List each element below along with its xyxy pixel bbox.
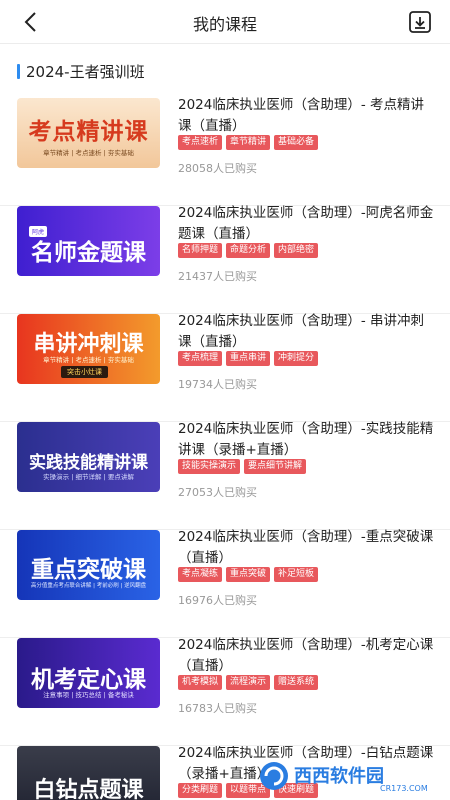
section-accent-bar <box>17 63 20 79</box>
purchase-count: 19734人已购买 <box>178 378 257 391</box>
section-header: 2024-王者强训班 <box>17 61 145 81</box>
course-tag: 考点梳理 <box>178 351 223 366</box>
course-title: 2024临床执业医师（含助理）- 考点精讲课（直播） <box>178 97 425 134</box>
course-tags: 考点凝练 重点突破 补足短板 <box>178 567 319 582</box>
thumbnail-subtitle: 高分值重点考点联合讲解 | 考前必刷 | 逆风翻盘 <box>30 583 147 589</box>
thumbnail-title: 名师金题课 <box>31 240 146 266</box>
course-item[interactable]: 重点突破课 高分值重点考点联合讲解 | 考前必刷 | 逆风翻盘 2024临床执业… <box>0 529 450 638</box>
course-tag: 考点凝练 <box>178 567 223 582</box>
thumbnail-subtitle: 实操演示 | 细节详解 | 要点讲解 <box>43 473 134 481</box>
thumbnail-title: 实践技能精讲课 <box>29 453 148 473</box>
course-item[interactable]: 考点精讲课 章节精讲 | 考点速析 | 夯实基础 2024临床执业医师（含助理）… <box>0 97 450 206</box>
thumbnail-title: 重点突破课 <box>31 557 146 583</box>
course-tags: 考点梳理 重点串讲 冲刺提分 <box>178 351 319 366</box>
course-thumbnail: 考点精讲课 章节精讲 | 考点速析 | 夯实基础 <box>17 98 160 168</box>
course-item[interactable]: 串讲冲刺课 章节精讲 | 考点速析 | 夯实基础 突击小灶课 2024临床执业医… <box>0 313 450 422</box>
course-tag: 重点串讲 <box>226 351 271 366</box>
course-title: 2024临床执业医师（含助理）-实践技能精讲课（录播+直播） <box>178 421 434 458</box>
purchase-count: 28058人已购买 <box>178 162 257 175</box>
course-thumbnail: 实践技能精讲课 实操演示 | 细节详解 | 要点讲解 <box>17 422 160 492</box>
course-tag: 名师押题 <box>178 243 223 258</box>
course-item[interactable]: 阿虎 名师金题课 2024临床执业医师（含助理）-阿虎名师金题课（直播） 名师押… <box>0 205 450 314</box>
course-tag: 章节精讲 <box>226 135 271 150</box>
course-tag: 赠送系统 <box>274 675 319 690</box>
course-title: 2024临床执业医师（含助理）- 串讲冲刺课（直播） <box>178 313 425 350</box>
thumbnail-subtitle: 注意事项 | 技巧总结 | 备考秘诀 <box>43 691 134 699</box>
thumbnail-badge: 突击小灶课 <box>61 366 108 378</box>
thumbnail-title: 考点精讲课 <box>28 119 149 145</box>
purchase-count: 27053人已购买 <box>178 486 257 499</box>
thumbnail-title: 白钻点题课 <box>33 778 144 800</box>
purchase-count: 16976人已购买 <box>178 594 257 607</box>
download-icon[interactable] <box>408 10 432 34</box>
purchase-count: 21437人已购买 <box>178 270 257 283</box>
course-tags: 考点速析 章节精讲 基础必备 <box>178 135 319 150</box>
course-tag: 流程演示 <box>226 675 271 690</box>
course-tag: 考点速析 <box>178 135 223 150</box>
section-title: 2024-王者强训班 <box>26 62 145 81</box>
page-title: 我的课程 <box>192 15 257 34</box>
course-thumbnail: 白钻点题课 <box>17 746 160 800</box>
course-item[interactable]: 实践技能精讲课 实操演示 | 细节详解 | 要点讲解 2024临床执业医师（含助… <box>0 421 450 530</box>
course-thumbnail: 重点突破课 高分值重点考点联合讲解 | 考前必刷 | 逆风翻盘 <box>17 530 160 600</box>
course-tag: 分类刷题 <box>178 783 223 798</box>
course-title: 2024临床执业医师（含助理）-机考定心课（直播） <box>178 637 434 674</box>
top-bar: 我的课程 <box>0 0 450 44</box>
course-tag: 要点细节讲解 <box>244 459 307 474</box>
course-tag: 基础必备 <box>274 135 319 150</box>
course-thumbnail: 串讲冲刺课 章节精讲 | 考点速析 | 夯实基础 突击小灶课 <box>17 314 160 384</box>
course-title: 2024临床执业医师（含助理）-阿虎名师金题课（直播） <box>178 205 434 242</box>
course-tag: 冲刺提分 <box>274 351 319 366</box>
course-title: 2024临床执业医师（含助理）-重点突破课（直播） <box>178 529 434 566</box>
course-tag: 机考模拟 <box>178 675 223 690</box>
watermark-text: 西西软件园 <box>294 765 384 787</box>
course-tag: 内部绝密 <box>274 243 319 258</box>
course-tags: 名师押题 命题分析 内部绝密 <box>178 243 319 258</box>
course-item[interactable]: 机考定心课 注意事项 | 技巧总结 | 备考秘诀 2024临床执业医师（含助理）… <box>0 637 450 746</box>
course-thumbnail: 机考定心课 注意事项 | 技巧总结 | 备考秘诀 <box>17 638 160 708</box>
course-tags: 机考模拟 流程演示 赠送系统 <box>178 675 319 690</box>
thumbnail-subtitle: 章节精讲 | 考点速析 | 夯实基础 <box>43 356 134 364</box>
course-tag: 技能实操演示 <box>178 459 241 474</box>
watermark-domain: CR173.COM <box>380 784 428 793</box>
thumbnail-subtitle: 章节精讲 | 考点速析 | 夯实基础 <box>43 149 134 157</box>
watermark-logo: 西西软件园 CR173.COM <box>256 758 436 794</box>
course-tags: 技能实操演示 要点细节讲解 <box>178 459 307 474</box>
course-tag: 补足短板 <box>274 567 319 582</box>
course-thumbnail: 阿虎 名师金题课 <box>17 206 160 276</box>
course-tag: 命题分析 <box>226 243 271 258</box>
course-tag: 重点突破 <box>226 567 271 582</box>
purchase-count: 16783人已购买 <box>178 702 257 715</box>
